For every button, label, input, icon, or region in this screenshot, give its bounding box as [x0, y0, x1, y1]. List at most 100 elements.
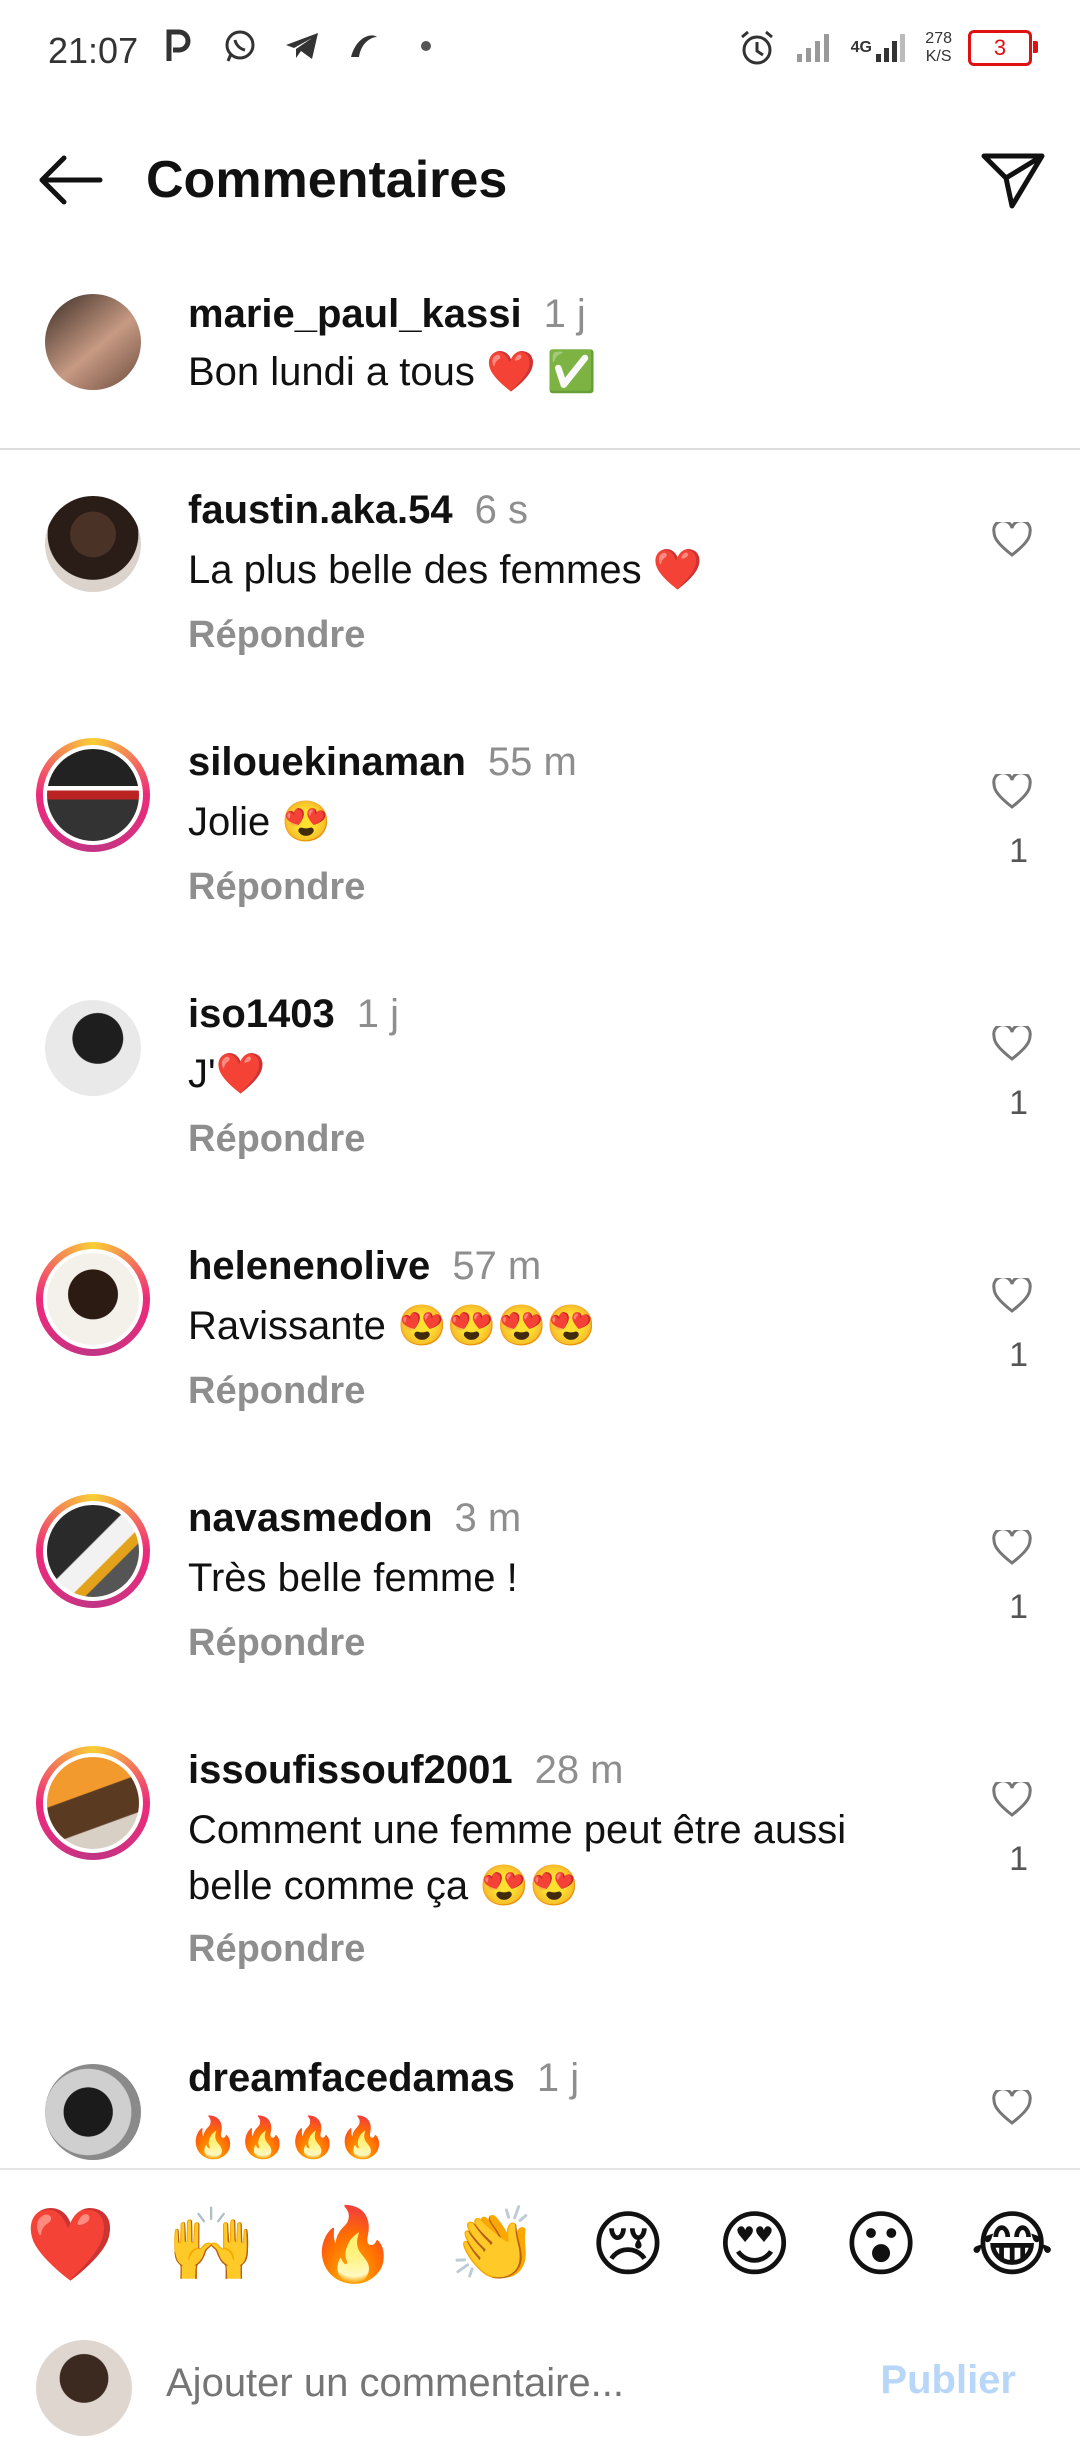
comment-header: dreamfacedamas 1 j — [188, 2054, 579, 2102]
comment-text: Jolie 😍 — [188, 800, 332, 844]
comment-text: La plus belle des femmes ❤️ — [188, 548, 703, 592]
comment-username[interactable]: navasmedon — [188, 1496, 433, 1540]
heart-icon[interactable] — [992, 1026, 1032, 1062]
comment-text: 🔥🔥🔥🔥 — [188, 2116, 388, 2160]
tears-of-joy-emoji-button[interactable]: 😂 — [970, 2204, 1054, 2284]
notification-icons — [158, 26, 446, 66]
heart-emoji-button[interactable]: ❤️ — [26, 2204, 116, 2284]
comment-header: faustin.aka.54 6 s — [188, 486, 528, 534]
avatar[interactable] — [45, 1000, 141, 1096]
heart-icon[interactable] — [992, 2090, 1032, 2126]
comment-time: 1 j — [536, 2056, 580, 2100]
comment-header: navasmedon 3 m — [188, 1494, 521, 1542]
net-speed-unit: K/S — [925, 48, 952, 65]
status-time: 21:07 — [48, 30, 139, 71]
p-icon — [158, 26, 198, 66]
raising-hands-emoji-button[interactable]: 🙌 — [167, 2204, 257, 2284]
comment-time: 57 m — [452, 1244, 542, 1288]
comment-composer: Publier — [0, 2318, 1080, 2459]
avatar[interactable] — [36, 1242, 150, 1356]
reply-button[interactable]: Répondre — [188, 614, 365, 657]
signal-icon — [793, 28, 833, 68]
heart-eyes-emoji-button[interactable]: 😍 — [717, 2204, 792, 2284]
reply-button[interactable]: Répondre — [188, 866, 365, 909]
comment-username[interactable]: silouekinaman — [188, 740, 466, 784]
publish-button[interactable]: Publier — [880, 2358, 1016, 2403]
avatar[interactable] — [45, 496, 141, 592]
system-icons: 4G 278 K/S 3 — [737, 28, 1038, 68]
caption-text: Bon lundi a tous ❤️ ✅ — [188, 350, 597, 394]
arrow-left-icon — [39, 155, 103, 205]
caption-username[interactable]: marie_paul_kassi — [188, 292, 522, 336]
avatar[interactable] — [36, 1746, 150, 1860]
comment-item: issoufissouf2001 28 m Comment une femme p… — [0, 1746, 1080, 2006]
comment-time: 55 m — [487, 740, 577, 784]
comment-item: iso1403 1 j J'❤️ Répondre 1 — [0, 990, 1080, 1190]
battery-level: 3 — [993, 35, 1007, 60]
like-count: 1 — [1009, 1084, 1028, 1122]
status-bar: 21:07 4G 278 K/S 3 — [0, 0, 1080, 110]
like-count: 1 — [1009, 1588, 1028, 1626]
comment-text: J'❤️ — [188, 1052, 266, 1096]
crying-emoji-button[interactable]: 😢 — [590, 2204, 665, 2284]
avatar[interactable] — [36, 738, 150, 852]
net-speed-value: 278 — [925, 30, 952, 47]
like-count: 1 — [1009, 1840, 1028, 1878]
comment-item: faustin.aka.54 6 s La plus belle des femm… — [0, 486, 1080, 686]
signal-4g-icon: 4G — [849, 28, 909, 68]
header: Commentaires — [0, 130, 1080, 230]
comment-username[interactable]: helenenolive — [188, 1244, 430, 1288]
comment-text: Ravissante 😍😍😍😍 — [188, 1304, 597, 1348]
comment-username[interactable]: dreamfacedamas — [188, 2056, 515, 2100]
avatar[interactable] — [45, 2064, 141, 2160]
network-label: 4G — [850, 39, 872, 56]
comment-item: dreamfacedamas 1 j 🔥🔥🔥🔥 — [0, 2054, 1080, 2166]
share-button[interactable] — [978, 144, 1048, 214]
current-user-avatar — [36, 2340, 132, 2436]
avatar[interactable] — [36, 1494, 150, 1608]
network-speed: 278 K/S — [925, 30, 952, 66]
battery-icon: 3 — [968, 30, 1038, 66]
telegram-icon — [282, 26, 322, 66]
like-count: 1 — [1009, 1336, 1028, 1374]
comment-time: 6 s — [474, 488, 528, 532]
heart-icon[interactable] — [992, 1530, 1032, 1566]
reply-button[interactable]: Répondre — [188, 1928, 365, 1971]
caption-time: 1 j — [543, 292, 586, 336]
heart-icon[interactable] — [992, 522, 1032, 558]
surprised-emoji-button[interactable]: 😮 — [844, 2204, 919, 2284]
reply-button[interactable]: Répondre — [188, 1118, 365, 1161]
comment-text: Comment une femme peut être aussi belle … — [188, 1808, 847, 1908]
comment-username[interactable]: iso1403 — [188, 992, 335, 1036]
emoji-reaction-bar: ❤️ 🙌 🔥 👏 😢 😍 😮 😂 — [0, 2168, 1080, 2320]
send-icon — [981, 153, 1045, 209]
caption-header: marie_paul_kassi 1 j — [188, 290, 586, 338]
heart-icon[interactable] — [992, 774, 1032, 810]
app-icon — [344, 26, 384, 66]
comment-text: Très belle femme ! — [188, 1556, 518, 1600]
fire-emoji-button[interactable]: 🔥 — [308, 2204, 398, 2284]
comment-item: navasmedon 3 m Très belle femme ! Répondr… — [0, 1494, 1080, 1694]
comment-time: 28 m — [534, 1748, 624, 1792]
comment-header: silouekinaman 55 m — [188, 738, 577, 786]
avatar[interactable] — [45, 294, 141, 390]
post-caption: marie_paul_kassi 1 j Bon lundi a tous ❤️ … — [0, 282, 1080, 450]
reply-button[interactable]: Répondre — [188, 1370, 365, 1413]
alarm-icon — [737, 28, 777, 68]
comment-username[interactable]: faustin.aka.54 — [188, 488, 453, 532]
comment-header: issoufissouf2001 28 m — [188, 1746, 624, 1794]
comment-input[interactable] — [164, 2360, 818, 2407]
reply-button[interactable]: Répondre — [188, 1622, 365, 1665]
like-count: 1 — [1009, 832, 1028, 870]
page-title: Commentaires — [146, 151, 508, 209]
heart-icon[interactable] — [992, 1782, 1032, 1818]
comment-time: 3 m — [454, 1496, 522, 1540]
heart-icon[interactable] — [992, 1278, 1032, 1314]
comment-header: helenenolive 57 m — [188, 1242, 541, 1290]
clapping-emoji-button[interactable]: 👏 — [449, 2204, 539, 2284]
dot-icon — [406, 26, 446, 66]
comment-username[interactable]: issoufissouf2001 — [188, 1748, 513, 1792]
back-button[interactable] — [34, 150, 106, 210]
comment-time: 1 j — [356, 992, 400, 1036]
comment-item: helenenolive 57 m Ravissante 😍😍😍😍 Répondr… — [0, 1242, 1080, 1442]
